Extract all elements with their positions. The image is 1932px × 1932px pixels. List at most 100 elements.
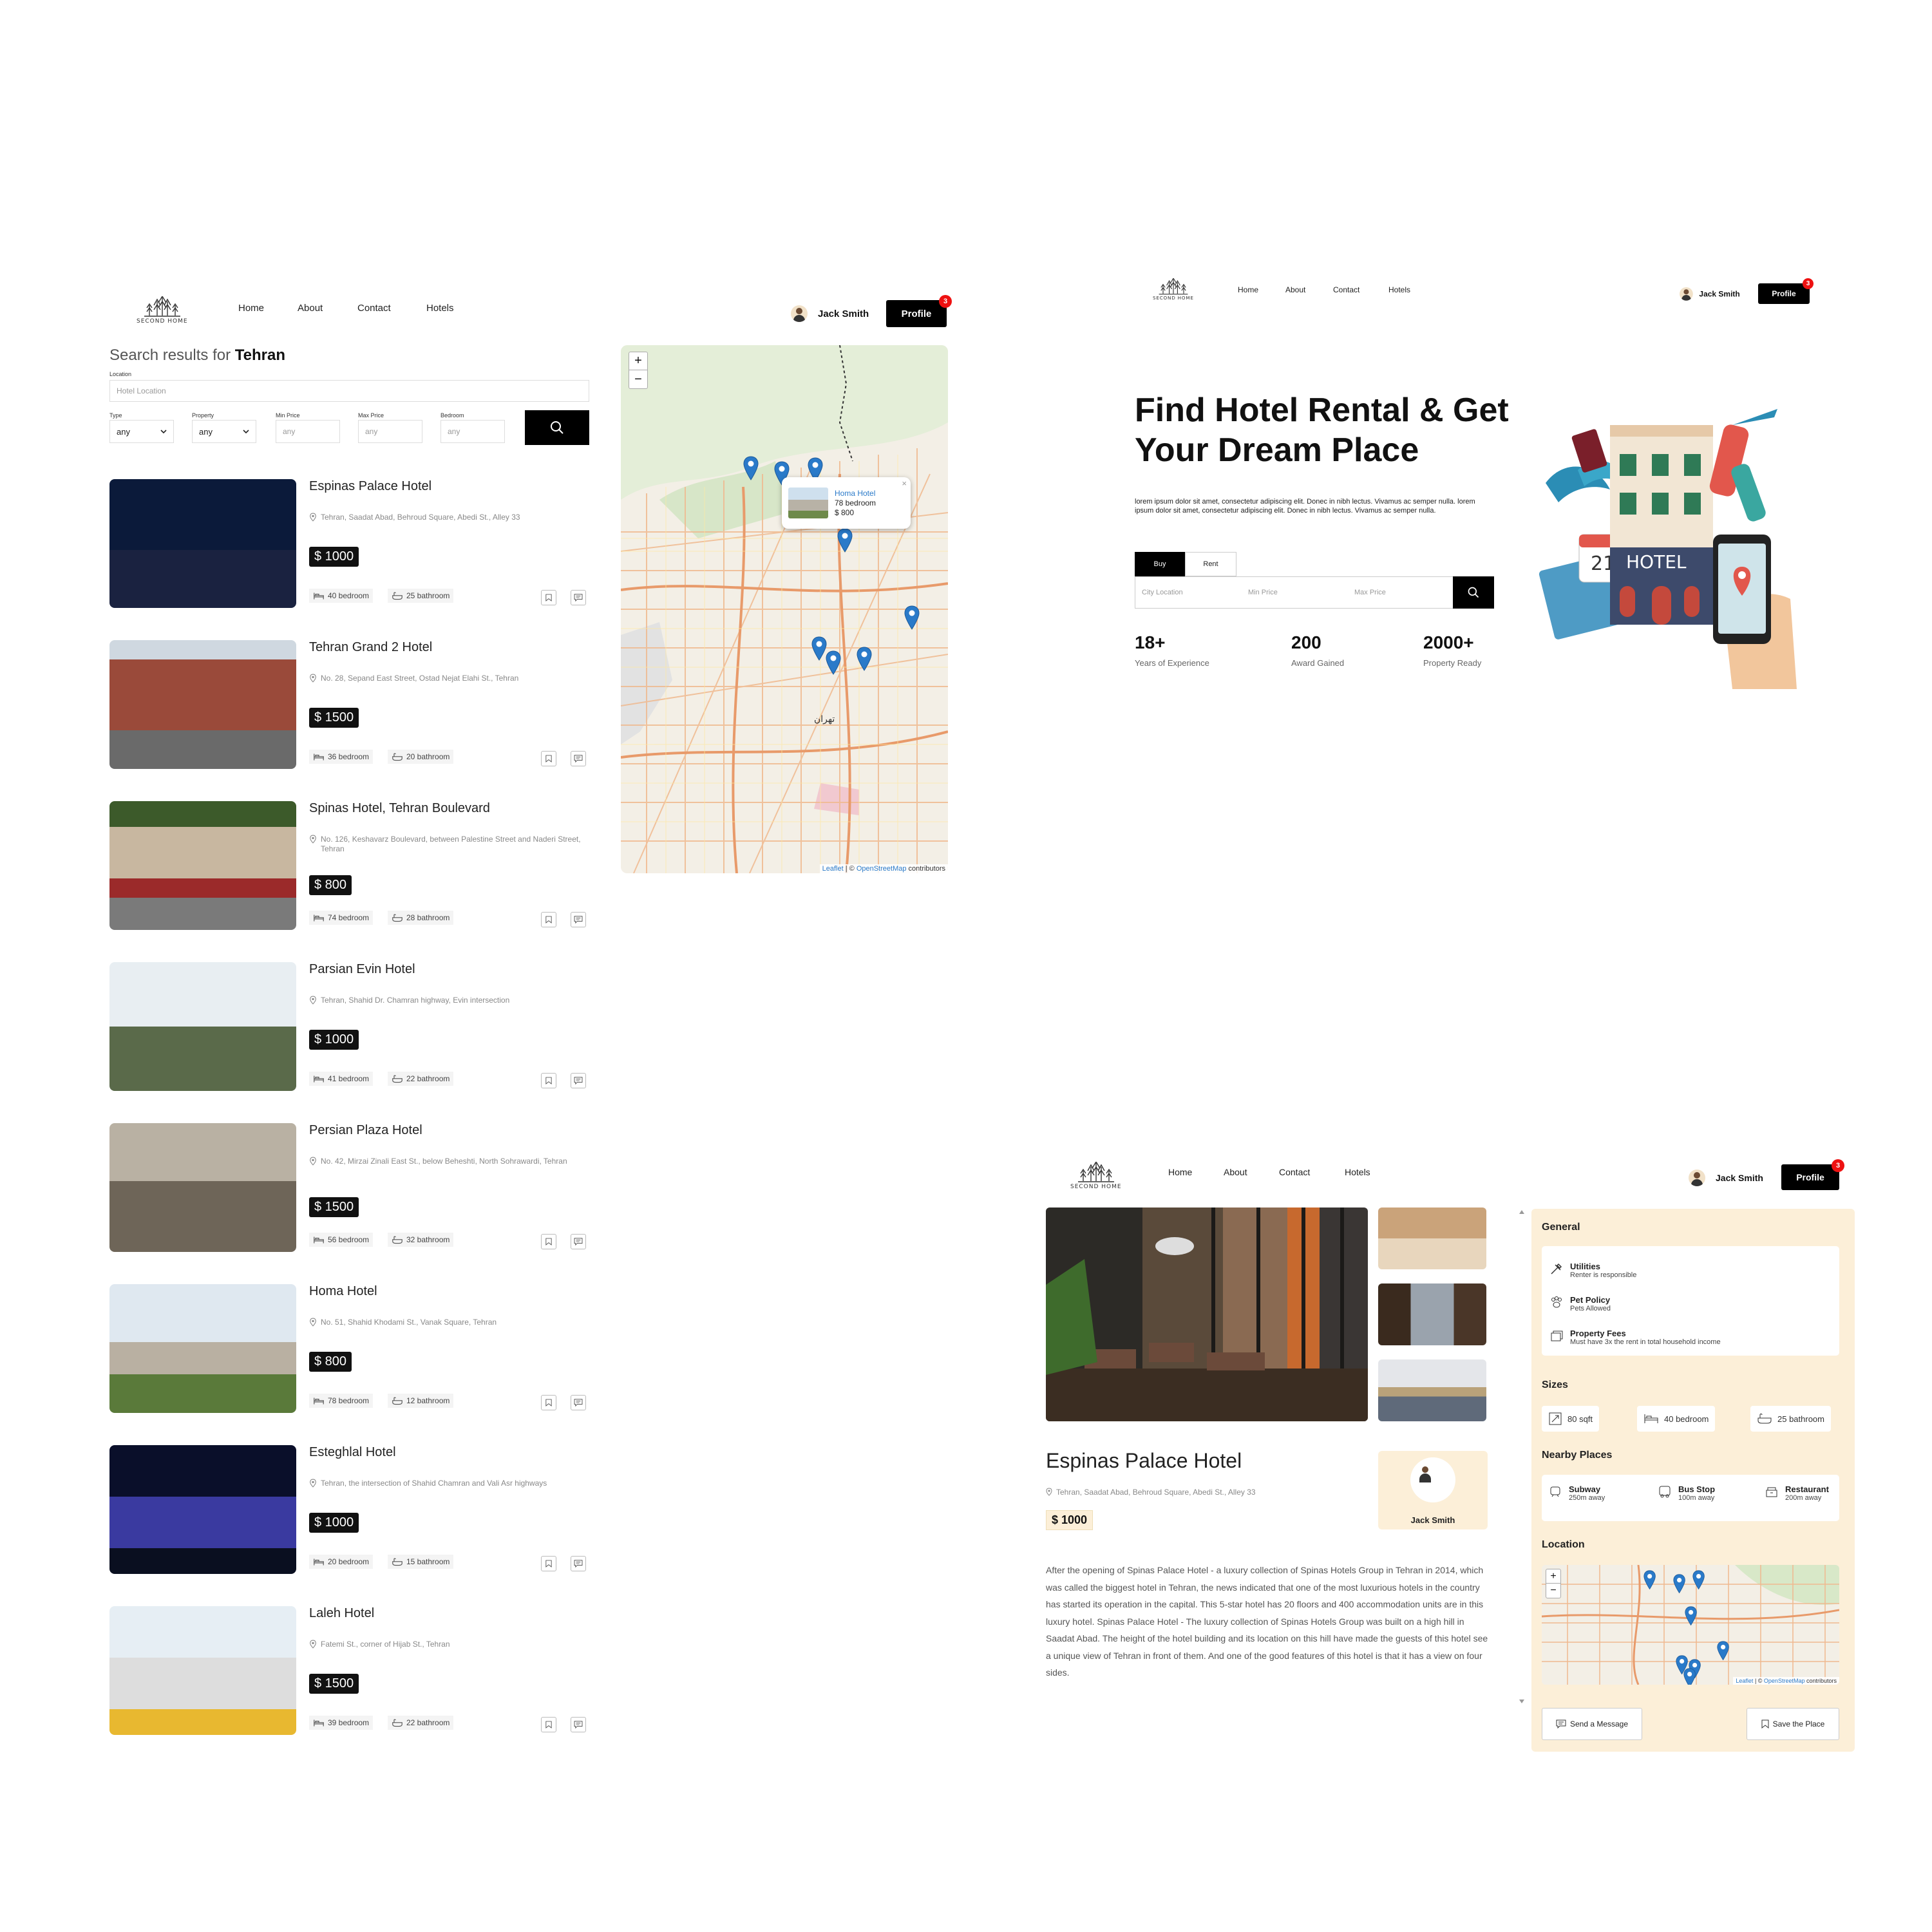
map-marker-icon[interactable] bbox=[811, 636, 827, 661]
bookmark-button[interactable] bbox=[541, 751, 556, 766]
max-price-input[interactable]: Max Price bbox=[1354, 589, 1386, 596]
results-map[interactable]: تهران + − Homa Hotel 78 bedroom $ 800 × … bbox=[621, 345, 948, 873]
map-marker-icon[interactable] bbox=[743, 456, 759, 480]
host-card[interactable]: Jack Smith bbox=[1378, 1451, 1488, 1530]
avatar[interactable] bbox=[1680, 287, 1693, 301]
profile-button[interactable]: Profile 3 bbox=[1758, 278, 1814, 304]
map-tiles[interactable]: تهران bbox=[621, 345, 948, 873]
bookmark-button[interactable] bbox=[541, 912, 556, 927]
bookmark-button[interactable] bbox=[541, 590, 556, 605]
zoom-out-button[interactable]: − bbox=[1546, 1584, 1560, 1598]
map-marker-icon[interactable] bbox=[1685, 1606, 1697, 1626]
bookmark-button[interactable] bbox=[541, 1073, 556, 1088]
user-name[interactable]: Jack Smith bbox=[1716, 1173, 1763, 1183]
hotel-image[interactable] bbox=[109, 640, 296, 769]
hotel-name[interactable]: Spinas Hotel, Tehran Boulevard bbox=[309, 801, 490, 816]
hotel-card[interactable]: Tehran Grand 2 Hotel No. 28, Sepand East … bbox=[109, 640, 589, 769]
hotel-image[interactable] bbox=[109, 479, 296, 608]
hotel-card[interactable]: Parsian Evin Hotel Tehran, Shahid Dr. Cha… bbox=[109, 962, 589, 1091]
map-marker-icon[interactable] bbox=[837, 528, 853, 553]
message-button[interactable] bbox=[571, 1073, 586, 1088]
logo[interactable]: SECOND HOME bbox=[137, 296, 188, 325]
search-button[interactable] bbox=[1453, 576, 1494, 609]
nav-home[interactable]: Home bbox=[238, 303, 264, 314]
hotel-image[interactable] bbox=[109, 1445, 296, 1574]
avatar[interactable] bbox=[1689, 1170, 1705, 1186]
map-zoom-control[interactable]: + − bbox=[1546, 1569, 1561, 1598]
message-button[interactable] bbox=[571, 590, 586, 605]
nav-about[interactable]: About bbox=[1285, 285, 1305, 294]
hotel-name[interactable]: Persian Plaza Hotel bbox=[309, 1123, 422, 1138]
nav-home[interactable]: Home bbox=[1168, 1167, 1192, 1177]
map-popup[interactable]: Homa Hotel 78 bedroom $ 800 × bbox=[782, 477, 911, 529]
bedroom-input[interactable]: any bbox=[440, 420, 505, 443]
max-price-input[interactable]: any bbox=[358, 420, 422, 443]
user-name[interactable]: Jack Smith bbox=[1699, 290, 1739, 299]
map-marker-icon[interactable] bbox=[857, 647, 872, 671]
send-message-button[interactable]: Send a Message bbox=[1542, 1708, 1642, 1740]
nav-hotels[interactable]: Hotels bbox=[426, 303, 454, 314]
nav-hotels[interactable]: Hotels bbox=[1345, 1167, 1370, 1177]
map-marker-icon[interactable] bbox=[1683, 1668, 1696, 1685]
hotel-card[interactable]: Persian Plaza Hotel No. 42, Mirzai Zinali… bbox=[109, 1123, 589, 1252]
hotel-image[interactable] bbox=[109, 962, 296, 1091]
zoom-in-button[interactable]: + bbox=[1546, 1569, 1560, 1584]
search-button[interactable] bbox=[525, 410, 589, 445]
map-marker-icon[interactable] bbox=[1717, 1641, 1729, 1661]
hotel-card[interactable]: Spinas Hotel, Tehran Boulevard No. 126, K… bbox=[109, 801, 589, 930]
bookmark-button[interactable] bbox=[541, 1234, 556, 1249]
hotel-name[interactable]: Homa Hotel bbox=[309, 1284, 377, 1299]
location-input[interactable]: Hotel Location bbox=[109, 380, 589, 402]
map-marker-icon[interactable] bbox=[904, 605, 920, 630]
hotel-card[interactable]: Esteghlal Hotel Tehran, the intersection … bbox=[109, 1445, 589, 1574]
tab-buy[interactable]: Buy bbox=[1135, 552, 1185, 576]
hotel-image[interactable] bbox=[109, 1284, 296, 1413]
hotel-card[interactable]: Homa Hotel No. 51, Shahid Khodami St., Va… bbox=[109, 1284, 589, 1413]
map-zoom-control[interactable]: + − bbox=[629, 352, 648, 389]
min-price-input[interactable]: Min Price bbox=[1248, 589, 1278, 596]
gallery-thumb-3[interactable] bbox=[1378, 1359, 1486, 1421]
nav-contact[interactable]: Contact bbox=[1333, 285, 1359, 294]
map-marker-icon[interactable] bbox=[1673, 1574, 1685, 1594]
message-button[interactable] bbox=[571, 751, 586, 766]
close-icon[interactable]: × bbox=[902, 478, 907, 488]
hotel-name[interactable]: Tehran Grand 2 Hotel bbox=[309, 640, 432, 655]
gallery-thumb-1[interactable] bbox=[1378, 1208, 1486, 1269]
message-button[interactable] bbox=[571, 912, 586, 927]
map-marker-icon[interactable] bbox=[1643, 1570, 1656, 1590]
bookmark-button[interactable] bbox=[541, 1717, 556, 1732]
message-button[interactable] bbox=[571, 1234, 586, 1249]
min-price-input[interactable]: any bbox=[276, 420, 340, 443]
nav-contact[interactable]: Contact bbox=[357, 303, 391, 314]
city-location-input[interactable]: City Location Min Price Max Price bbox=[1135, 576, 1454, 609]
property-select[interactable]: any bbox=[192, 420, 256, 443]
nav-contact[interactable]: Contact bbox=[1279, 1167, 1310, 1177]
zoom-out-button[interactable]: − bbox=[629, 370, 647, 388]
profile-button[interactable]: Profile 3 bbox=[1781, 1159, 1844, 1190]
hotel-image[interactable] bbox=[109, 1123, 296, 1252]
type-select[interactable]: any bbox=[109, 420, 174, 443]
scrollbar[interactable] bbox=[1519, 1209, 1525, 1705]
message-button[interactable] bbox=[571, 1556, 586, 1571]
popup-title[interactable]: Homa Hotel bbox=[835, 489, 876, 498]
hotel-name[interactable]: Parsian Evin Hotel bbox=[309, 962, 415, 977]
profile-button[interactable]: Profile 3 bbox=[886, 295, 952, 327]
map-marker-icon[interactable] bbox=[826, 650, 841, 675]
bookmark-button[interactable] bbox=[541, 1556, 556, 1571]
hotel-name[interactable]: Laleh Hotel bbox=[309, 1606, 374, 1621]
location-map[interactable]: + − Leaflet | © OpenStreetMap contributo… bbox=[1542, 1565, 1839, 1685]
hotel-name[interactable]: Esteghlal Hotel bbox=[309, 1445, 396, 1460]
map-marker-icon[interactable] bbox=[1692, 1570, 1705, 1590]
gallery-thumb-2[interactable] bbox=[1378, 1283, 1486, 1345]
bookmark-button[interactable] bbox=[541, 1395, 556, 1410]
logo[interactable]: SECOND HOME bbox=[1153, 278, 1194, 301]
hotel-image[interactable] bbox=[109, 801, 296, 930]
hotel-card[interactable]: Laleh Hotel Fatemi St., corner of Hijab S… bbox=[109, 1606, 589, 1735]
nav-hotels[interactable]: Hotels bbox=[1388, 285, 1410, 294]
nav-about[interactable]: About bbox=[1224, 1167, 1247, 1177]
user-name[interactable]: Jack Smith bbox=[818, 308, 869, 319]
logo[interactable]: SECOND HOME bbox=[1070, 1162, 1122, 1190]
hotel-name[interactable]: Espinas Palace Hotel bbox=[309, 479, 431, 494]
hotel-image[interactable] bbox=[109, 1606, 296, 1735]
save-place-button[interactable]: Save the Place bbox=[1747, 1708, 1839, 1740]
